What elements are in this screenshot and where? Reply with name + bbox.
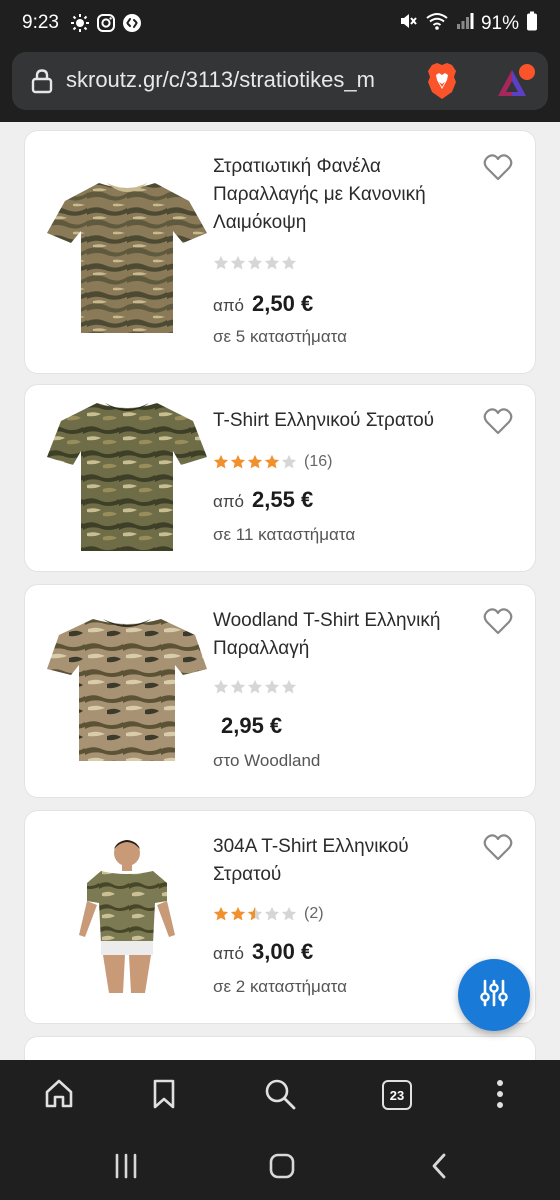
star-icon bbox=[230, 255, 246, 270]
store-count[interactable]: σε 11 καταστήματα bbox=[213, 525, 355, 545]
shazam-icon bbox=[122, 13, 142, 38]
search-icon[interactable] bbox=[264, 1078, 296, 1115]
url-bar[interactable]: skroutz.gr/c/3113/stratiotikes_m bbox=[12, 52, 548, 110]
star-icon bbox=[281, 679, 297, 694]
star-icon bbox=[281, 454, 297, 469]
price-prefix: από bbox=[213, 492, 245, 511]
home-nav-icon[interactable] bbox=[268, 1152, 296, 1185]
price-row: 2,95 € bbox=[213, 713, 282, 739]
favorite-heart-icon[interactable] bbox=[483, 153, 513, 186]
price-row: από 3,00 € bbox=[213, 939, 313, 965]
battery-percent: 91% bbox=[480, 12, 519, 34]
wifi-icon bbox=[425, 11, 449, 36]
star-icon bbox=[213, 906, 229, 921]
favorite-heart-icon[interactable] bbox=[483, 833, 513, 866]
battery-icon bbox=[526, 11, 538, 36]
star-icon bbox=[264, 906, 280, 921]
home-icon[interactable] bbox=[44, 1078, 74, 1115]
system-status: 91% bbox=[398, 11, 538, 36]
store-count[interactable]: σε 2 καταστήματα bbox=[213, 977, 347, 997]
product-title[interactable]: 304A T-Shirt Ελληνικού Στρατού bbox=[213, 833, 463, 889]
status-time: 9:23 bbox=[22, 12, 59, 33]
brave-rewards-icon[interactable] bbox=[496, 64, 536, 105]
store-count[interactable]: σε 5 καταστήματα bbox=[213, 327, 347, 347]
star-icon bbox=[281, 906, 297, 921]
price-row: από 2,50 € bbox=[213, 291, 313, 317]
tabs-button[interactable]: 23 bbox=[382, 1080, 412, 1110]
star-icon bbox=[213, 454, 229, 469]
product-card[interactable]: Στρατιωτική Φανέλα Παραλλαγής με Κανονικ… bbox=[24, 130, 536, 374]
star-icon bbox=[264, 255, 280, 270]
price-value: 2,50 € bbox=[252, 291, 314, 316]
star-icon bbox=[230, 906, 246, 921]
star-icon bbox=[264, 679, 280, 694]
favorite-heart-icon[interactable] bbox=[483, 607, 513, 640]
favorite-heart-icon[interactable] bbox=[483, 407, 513, 440]
star-icon bbox=[230, 679, 246, 694]
rating-stars: (2) bbox=[213, 905, 324, 923]
notification-icons bbox=[70, 13, 142, 38]
back-icon[interactable] bbox=[426, 1152, 454, 1185]
star-icon bbox=[213, 679, 229, 694]
price-value: 2,55 € bbox=[252, 487, 314, 512]
recent-apps-icon[interactable] bbox=[112, 1152, 140, 1185]
bookmark-icon[interactable] bbox=[152, 1078, 176, 1115]
product-title[interactable]: Woodland T-Shirt Ελληνική Παραλλαγή bbox=[213, 607, 463, 663]
filter-sliders-icon bbox=[479, 978, 509, 1013]
browser-toolbar: 23 bbox=[0, 1060, 560, 1132]
product-list: Στρατιωτική Φανέλα Παραλλαγής με Κανονικ… bbox=[0, 122, 560, 1060]
lock-icon[interactable] bbox=[30, 68, 54, 99]
filter-button[interactable] bbox=[458, 959, 530, 1031]
star-icon bbox=[264, 454, 280, 469]
instagram-icon bbox=[96, 13, 116, 38]
star-icon bbox=[247, 255, 263, 270]
product-card[interactable] bbox=[24, 1036, 536, 1060]
star-icon bbox=[247, 679, 263, 694]
star-icon bbox=[213, 255, 229, 270]
product-title[interactable]: Στρατιωτική Φανέλα Παραλλαγής με Κανονικ… bbox=[213, 153, 463, 237]
mute-icon bbox=[398, 11, 418, 36]
product-image-camo-shirt[interactable] bbox=[47, 175, 207, 340]
rating-stars bbox=[213, 679, 297, 695]
product-image-model-shirt[interactable] bbox=[69, 835, 185, 1000]
review-count[interactable]: (2) bbox=[304, 905, 324, 923]
product-card[interactable]: T-Shirt Ελληνικού Στρατού (16) από 2,55 … bbox=[24, 384, 536, 572]
review-count[interactable]: (16) bbox=[304, 453, 332, 471]
star-icon bbox=[247, 454, 263, 469]
product-card[interactable]: Woodland T-Shirt Ελληνική Παραλλαγή 2,95… bbox=[24, 584, 536, 798]
status-bar: 9:23 91% bbox=[0, 0, 560, 48]
price-value: 3,00 € bbox=[252, 939, 314, 964]
url-text[interactable]: skroutz.gr/c/3113/stratiotikes_m bbox=[66, 67, 421, 93]
price-prefix: από bbox=[213, 944, 245, 963]
rating-stars: (16) bbox=[213, 453, 332, 471]
price-prefix: από bbox=[213, 296, 245, 315]
sun-icon bbox=[70, 13, 90, 38]
signal-icon bbox=[456, 11, 474, 36]
product-image-camo-shirt[interactable] bbox=[47, 399, 207, 560]
menu-dots-icon[interactable] bbox=[494, 1078, 506, 1115]
price-value: 2,95 € bbox=[221, 713, 283, 738]
rating-stars bbox=[213, 255, 297, 271]
store-count[interactable]: στο Woodland bbox=[213, 751, 320, 771]
product-title[interactable]: T-Shirt Ελληνικού Στρατού bbox=[213, 407, 463, 435]
product-image-woodland-shirt[interactable] bbox=[47, 613, 207, 768]
brave-shields-icon[interactable] bbox=[426, 62, 458, 105]
star-icon bbox=[281, 255, 297, 270]
browser-top-bar: skroutz.gr/c/3113/stratiotikes_m bbox=[0, 48, 560, 122]
price-row: από 2,55 € bbox=[213, 487, 313, 513]
star-icon bbox=[247, 906, 263, 921]
star-icon bbox=[230, 454, 246, 469]
system-navigation-bar bbox=[0, 1132, 560, 1200]
